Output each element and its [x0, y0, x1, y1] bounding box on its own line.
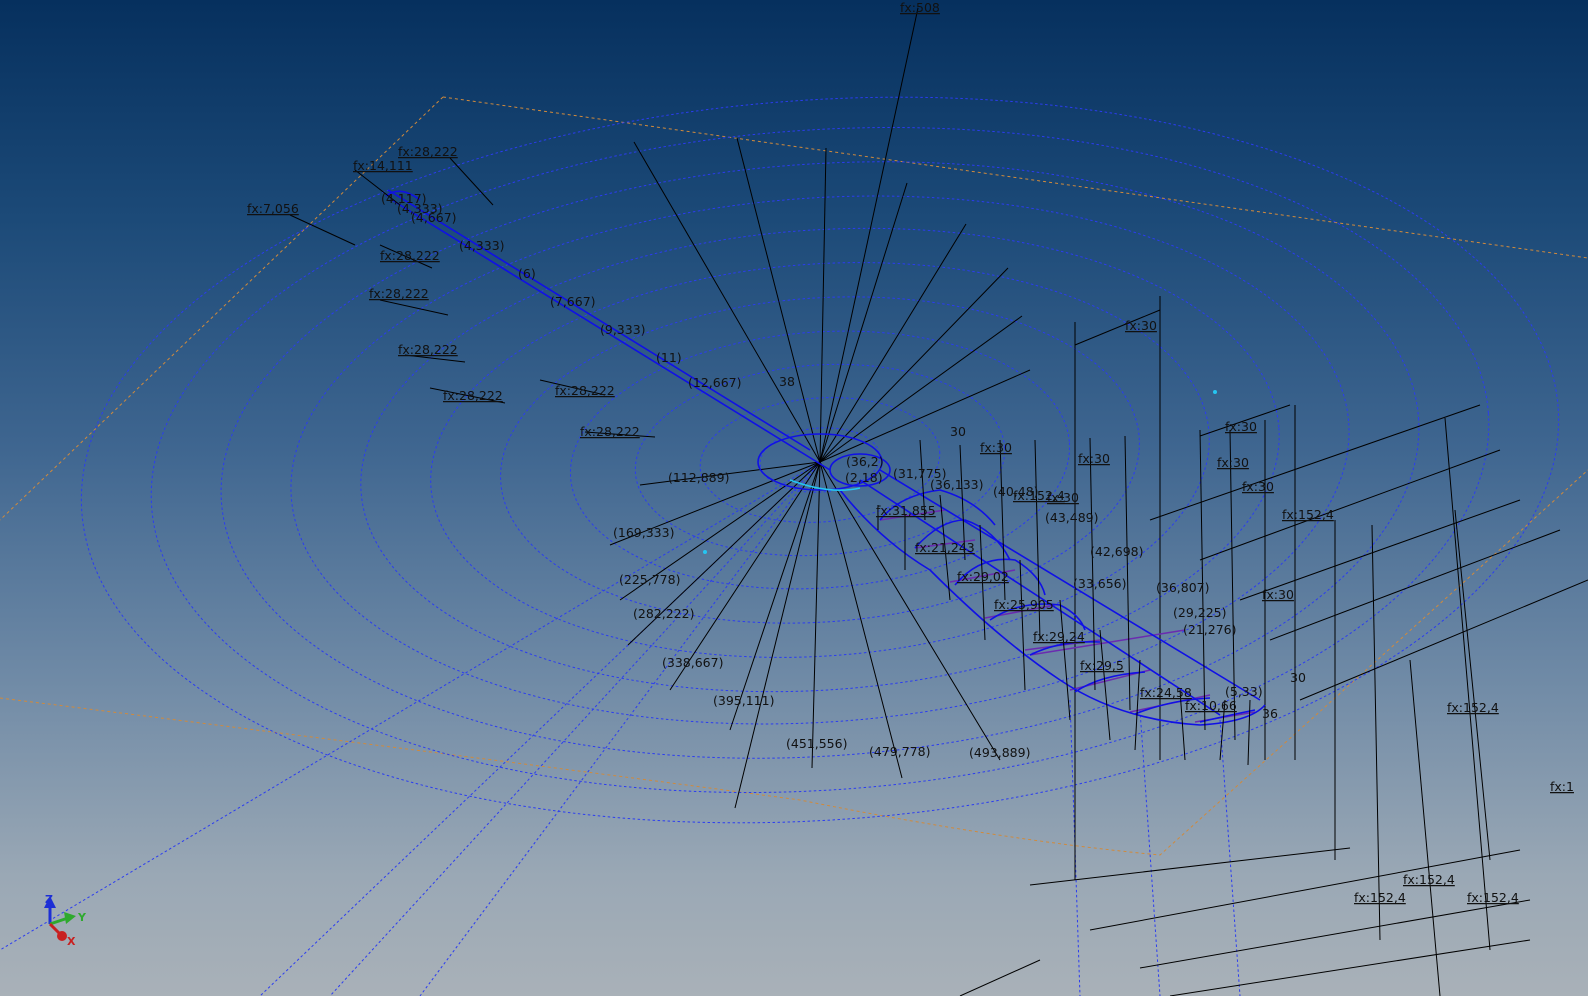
radial-dimension-line [819, 223, 967, 463]
dimension-label-d395[interactable]: (395,111) [713, 693, 774, 708]
dimension-label-d21_276[interactable]: (21,276) [1183, 622, 1237, 637]
radial-dimension-line [819, 7, 919, 463]
dimension-label-sec8[interactable]: fx:10,66 [1185, 698, 1237, 713]
dimension-label-fx30_g[interactable]: fx:30 [1262, 587, 1294, 602]
dimension-label-fx28_f[interactable]: fx:28,222 [580, 424, 640, 439]
dimension-label-fx28_b[interactable]: fx:28,222 [369, 286, 429, 301]
dimension-label-d12_667[interactable]: (12,667) [688, 375, 742, 390]
dimension-label-d4_333b[interactable]: (4,333) [459, 238, 505, 253]
radial-dimension-line [729, 461, 821, 731]
dimension-label-d5_33[interactable]: (5,33) [1225, 684, 1263, 699]
dimension-label-sec6[interactable]: fx:29,5 [1080, 658, 1124, 673]
dimension-label-d169[interactable]: (169,333) [613, 525, 674, 540]
sketch-points [703, 390, 1217, 554]
dimension-label-d451[interactable]: (451,556) [786, 736, 847, 751]
dimension-label-fx152_b[interactable]: fx:152,4 [1447, 700, 1499, 715]
dimension-label-d36_tail[interactable]: 36 [1262, 706, 1278, 721]
dimension-label-sec4[interactable]: fx:25,905 [994, 597, 1054, 612]
dimension-label-fx30_d[interactable]: fx:30 [1225, 419, 1257, 434]
axis-y-label: Y [77, 911, 87, 924]
dimension-label-d29_225[interactable]: (29,225) [1173, 605, 1227, 620]
dimension-label-fx7[interactable]: fx:7,056 [247, 201, 299, 216]
dimension-label-fx30_a[interactable]: fx:30 [1125, 318, 1157, 333]
radial-dimension-line [633, 141, 821, 463]
dimension-label-d30_b[interactable]: 30 [1290, 670, 1306, 685]
radial-dimension-line [734, 461, 821, 809]
radial-dimension-line [819, 147, 827, 463]
dimension-label-d479[interactable]: (479,778) [869, 744, 930, 759]
dimension-label-d43_489[interactable]: (43,489) [1045, 510, 1099, 525]
dimension-label-d36_807[interactable]: (36,807) [1156, 580, 1210, 595]
dimension-label-d2_18[interactable]: (2,18) [845, 470, 883, 485]
dimension-label-d7_667[interactable]: (7,667) [550, 294, 596, 309]
dimension-label-d36_2[interactable]: (36,2) [846, 454, 884, 469]
axis-triad-icon: Z Y X [44, 893, 87, 948]
cad-3d-viewport[interactable]: fx:508 fx:28,222 fx:14,111 fx:7,056 (4,117)(… [0, 0, 1588, 996]
construction-lines [0, 461, 1241, 996]
dimension-label-fx152_a[interactable]: fx:152,4 [1282, 507, 1334, 522]
dimension-label-fx_cut[interactable]: fx:1 [1550, 779, 1574, 794]
dimension-label-fx30_e[interactable]: fx:30 [1217, 455, 1249, 470]
axis-x-label: X [67, 935, 76, 948]
dimension-label-sec3[interactable]: fx:29,02 [957, 569, 1009, 584]
dimension-label-d282[interactable]: (282,222) [633, 606, 694, 621]
dimension-label-d9_333[interactable]: (9,333) [600, 322, 646, 337]
dimension-label-d33_656[interactable]: (33,656) [1073, 576, 1127, 591]
dimension-label-sec1[interactable]: fx:31,855 [876, 503, 936, 518]
axis-z-label: Z [45, 893, 53, 906]
dimension-label-fx508[interactable]: fx:508 [900, 0, 940, 15]
dimension-label-sec2[interactable]: fx:21,243 [915, 540, 975, 555]
view-triad[interactable]: Z Y X [34, 892, 94, 958]
dimension-label-d6[interactable]: (6) [518, 266, 536, 281]
dimension-label-fx30_f[interactable]: fx:30 [1242, 479, 1274, 494]
dimension-label-d4_667[interactable]: (4,667) [411, 210, 457, 225]
dimension-label-d112[interactable]: (112,889) [668, 470, 729, 485]
radial-dimension-line [819, 182, 908, 463]
dimension-label-d338[interactable]: (338,667) [662, 655, 723, 670]
dimension-label-fx152_f[interactable]: fx:152,4 [1013, 488, 1065, 503]
radial-dimension-lines [609, 7, 1031, 809]
dimension-label-fx152_c[interactable]: fx:152,4 [1403, 872, 1455, 887]
dimension-label-fx28_d[interactable]: fx:28,222 [443, 388, 503, 403]
dimension-label-fx30_c[interactable]: fx:30 [1078, 451, 1110, 466]
dimension-label-d493[interactable]: (493,889) [969, 745, 1030, 760]
dimension-label-d42_698[interactable]: (42,698) [1090, 544, 1144, 559]
dimension-label-fx30_b[interactable]: fx:30 [980, 440, 1012, 455]
dimension-label-d38[interactable]: 38 [779, 374, 795, 389]
dimension-label-fx28_e[interactable]: fx:28,222 [555, 383, 615, 398]
dimension-label-fx28_c[interactable]: fx:28,222 [398, 342, 458, 357]
dimension-label-d225[interactable]: (225,778) [619, 572, 680, 587]
dimension-label-fx28_a[interactable]: fx:28,222 [380, 248, 440, 263]
dimension-label-d36_133[interactable]: (36,133) [930, 477, 984, 492]
sketch-canvas[interactable]: fx:508fx:28,222fx:14,111fx:7,056(4,117)(… [0, 0, 1588, 996]
dimension-label-d11[interactable]: (11) [656, 350, 682, 365]
dimension-label-fx14[interactable]: fx:14,111 [353, 158, 413, 173]
dimension-label-sec5[interactable]: fx:29,24 [1033, 629, 1085, 644]
dimension-label-fx152_d[interactable]: fx:152,4 [1354, 890, 1406, 905]
dimension-labels: fx:508fx:28,222fx:14,111fx:7,056(4,117)(… [247, 0, 1574, 905]
dimension-label-d30_a[interactable]: 30 [950, 424, 966, 439]
dimension-label-fx152_e[interactable]: fx:152,4 [1467, 890, 1519, 905]
dimension-label-fx28_top[interactable]: fx:28,222 [398, 144, 458, 159]
radial-dimension-line [811, 461, 821, 769]
